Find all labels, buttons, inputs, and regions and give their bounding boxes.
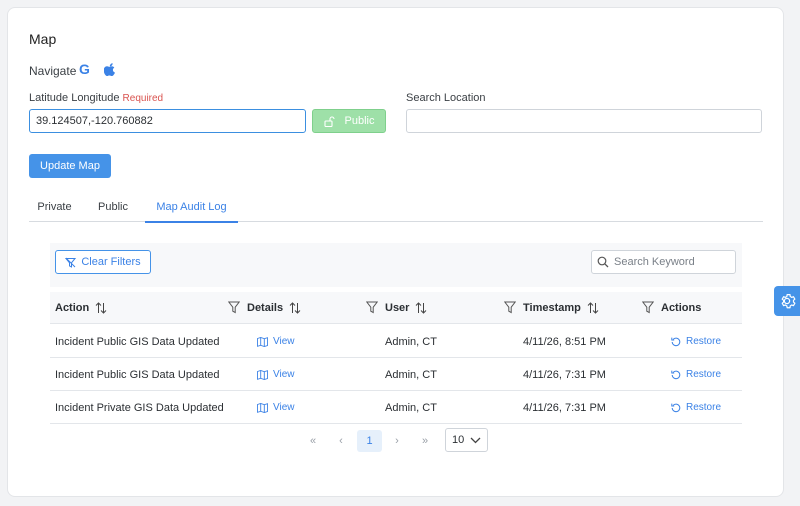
search-keyword-box[interactable] bbox=[591, 250, 736, 274]
view-link[interactable]: View bbox=[257, 358, 295, 391]
unlock-icon bbox=[323, 115, 335, 127]
column-details-label: Details bbox=[247, 302, 284, 314]
chevron-down-icon bbox=[470, 437, 481, 443]
pagination: « ‹ 1 › » 10 bbox=[50, 426, 742, 455]
row-action: Incident Public GIS Data Updated bbox=[55, 368, 220, 381]
search-location-label: Search Location bbox=[406, 92, 486, 104]
sort-icon bbox=[587, 302, 599, 314]
row-user: Admin, CT bbox=[385, 368, 437, 381]
row-timestamp: 4/11/26, 8:51 PM bbox=[523, 335, 606, 348]
column-user[interactable]: User bbox=[385, 292, 427, 324]
sort-icon bbox=[95, 302, 107, 314]
filter-icon[interactable] bbox=[504, 301, 516, 314]
column-action[interactable]: Action bbox=[55, 292, 107, 324]
latlng-input[interactable] bbox=[29, 109, 306, 133]
map-icon bbox=[257, 336, 268, 347]
column-details[interactable]: Details bbox=[247, 292, 301, 324]
view-link[interactable]: View bbox=[257, 325, 295, 358]
latlng-label-text: Latitude Longitude bbox=[29, 92, 120, 104]
view-link-label: View bbox=[273, 336, 295, 347]
page-1-button[interactable]: 1 bbox=[357, 430, 382, 452]
row-action: Incident Public GIS Data Updated bbox=[55, 335, 220, 348]
sort-icon bbox=[289, 302, 301, 314]
column-actions: Actions bbox=[661, 302, 702, 314]
restore-label: Restore bbox=[686, 336, 722, 347]
restore-button[interactable]: Restore bbox=[671, 391, 721, 424]
search-icon bbox=[597, 256, 609, 268]
page-size-select[interactable]: 10 bbox=[445, 428, 488, 452]
update-map-button[interactable]: Update Map bbox=[29, 154, 111, 178]
page-title: Map bbox=[29, 31, 57, 47]
google-icon[interactable]: G bbox=[79, 61, 93, 77]
column-timestamp-label: Timestamp bbox=[523, 302, 581, 314]
tab-private[interactable]: Private bbox=[32, 192, 77, 222]
first-page-button[interactable]: « bbox=[302, 430, 324, 452]
filter-icon[interactable] bbox=[366, 301, 378, 314]
search-keyword-input[interactable] bbox=[614, 256, 729, 268]
row-user: Admin, CT bbox=[385, 335, 437, 348]
column-user-label: User bbox=[385, 302, 410, 314]
search-location-input[interactable] bbox=[406, 109, 762, 133]
restore-icon bbox=[671, 370, 681, 379]
restore-button[interactable]: Restore bbox=[671, 325, 721, 358]
row-timestamp: 4/11/26, 7:31 PM bbox=[523, 368, 606, 381]
tab-map-audit-log[interactable]: Map Audit Log bbox=[145, 192, 238, 223]
clear-filters-label: Clear Filters bbox=[81, 256, 141, 268]
prev-page-button[interactable]: ‹ bbox=[330, 430, 352, 452]
gear-icon bbox=[781, 294, 796, 309]
row-action: Incident Private GIS Data Updated bbox=[55, 401, 224, 414]
table-header: Action Details User Timestamp Actions bbox=[50, 292, 742, 324]
filter-slash-icon bbox=[65, 257, 77, 268]
latlng-label: Latitude Longitude Required bbox=[29, 92, 163, 104]
map-card: Map Navigate G Latitude Longitude Require… bbox=[7, 7, 784, 497]
table-row: Incident Private GIS Data Updated View A… bbox=[50, 391, 742, 424]
settings-gear-button[interactable] bbox=[774, 286, 800, 316]
column-action-label: Action bbox=[55, 302, 90, 314]
restore-button[interactable]: Restore bbox=[671, 358, 721, 391]
map-icon bbox=[257, 369, 268, 380]
tab-public[interactable]: Public bbox=[89, 192, 137, 222]
map-icon bbox=[257, 402, 268, 413]
sort-icon bbox=[416, 302, 427, 314]
tab-bar: Private Public Map Audit Log bbox=[29, 192, 763, 223]
view-link-label: View bbox=[273, 369, 295, 380]
table-toolbar: Clear Filters bbox=[50, 243, 742, 287]
clear-filters-button[interactable]: Clear Filters bbox=[55, 250, 151, 274]
navigate-label: Navigate bbox=[29, 64, 77, 78]
column-timestamp[interactable]: Timestamp bbox=[523, 292, 599, 324]
view-link-label: View bbox=[273, 402, 295, 413]
row-user: Admin, CT bbox=[385, 401, 437, 414]
restore-icon bbox=[671, 337, 681, 346]
view-link[interactable]: View bbox=[257, 391, 295, 424]
table-row: Incident Public GIS Data Updated View Ad… bbox=[50, 358, 742, 391]
public-button-label: Public bbox=[344, 115, 375, 127]
restore-label: Restore bbox=[686, 402, 722, 413]
restore-label: Restore bbox=[686, 369, 722, 380]
page-size-value: 10 bbox=[452, 434, 465, 446]
filter-icon[interactable] bbox=[228, 301, 240, 314]
apple-icon[interactable] bbox=[103, 63, 116, 77]
audit-log-panel: Clear Filters Action Details User bbox=[50, 243, 742, 455]
public-button[interactable]: Public bbox=[312, 109, 386, 133]
row-timestamp: 4/11/26, 7:31 PM bbox=[523, 401, 606, 414]
last-page-button[interactable]: » bbox=[414, 430, 436, 452]
required-badge: Required bbox=[122, 93, 164, 104]
restore-icon bbox=[671, 403, 681, 412]
filter-icon[interactable] bbox=[642, 301, 654, 314]
next-page-button[interactable]: › bbox=[386, 430, 408, 452]
table-row: Incident Public GIS Data Updated View Ad… bbox=[50, 325, 742, 358]
